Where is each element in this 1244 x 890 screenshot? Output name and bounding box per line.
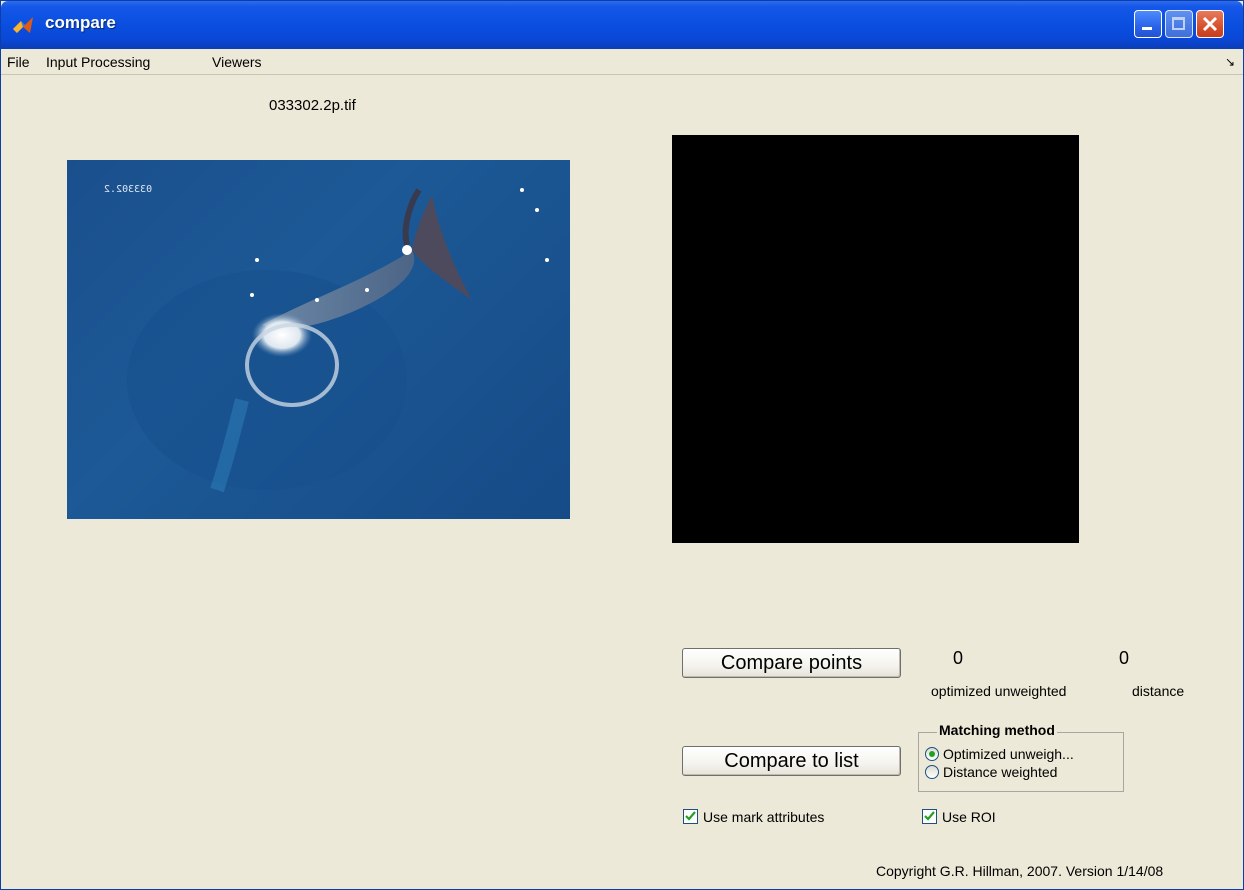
distance-label: distance <box>1132 683 1185 699</box>
radio-selected-icon[interactable] <box>925 747 939 761</box>
comparison-image-axes <box>672 135 1079 543</box>
matching-method-group <box>918 732 1124 792</box>
photo-overlay-label: 033302.2 <box>104 184 153 195</box>
use-roi-label: Use ROI <box>942 809 996 825</box>
menu-file[interactable]: File <box>7 54 30 70</box>
radio-distance-label: Distance weighted <box>943 764 1058 780</box>
title-bar[interactable]: compare <box>1 1 1243 49</box>
checkbox-checked-icon[interactable] <box>922 809 937 824</box>
optimized-unweighted-value: 0 <box>953 648 964 668</box>
maximize-icon <box>1172 17 1185 30</box>
compare-points-button[interactable]: Compare points <box>682 648 901 678</box>
minimize-icon <box>1142 27 1152 30</box>
copyright-text: Copyright G.R. Hillman, 2007. Version 1/… <box>876 863 1164 879</box>
dock-arrow-icon[interactable]: ↘ <box>1225 55 1235 69</box>
image-filename: 033302.2p.tif <box>269 97 356 114</box>
matlab-icon <box>13 17 33 33</box>
application-window: compare File Input Processing Viewers ↘ … <box>0 0 1244 890</box>
menu-viewers[interactable]: Viewers <box>212 54 262 70</box>
close-button[interactable] <box>1196 10 1224 38</box>
checkbox-checked-icon[interactable] <box>683 809 698 824</box>
distance-value: 0 <box>1119 648 1130 668</box>
radio-unselected-icon[interactable] <box>925 765 939 779</box>
matching-method-title: Matching method <box>937 722 1057 738</box>
menu-bar: File Input Processing Viewers ↘ <box>1 49 1243 75</box>
use-mark-attributes-label: Use mark attributes <box>703 809 825 825</box>
compare-to-list-button[interactable]: Compare to list <box>682 746 901 776</box>
close-icon <box>1202 16 1218 32</box>
window-title: compare <box>45 13 116 32</box>
menu-input-processing[interactable]: Input Processing <box>46 54 150 70</box>
whale-photo: 033302.2 <box>67 160 570 519</box>
maximize-button[interactable] <box>1165 10 1193 38</box>
radio-optimized-label: Optimized unweigh... <box>943 746 1074 762</box>
whale-image <box>127 188 549 493</box>
minimize-button[interactable] <box>1134 10 1162 38</box>
optimized-unweighted-label: optimized unweighted <box>931 683 1067 699</box>
